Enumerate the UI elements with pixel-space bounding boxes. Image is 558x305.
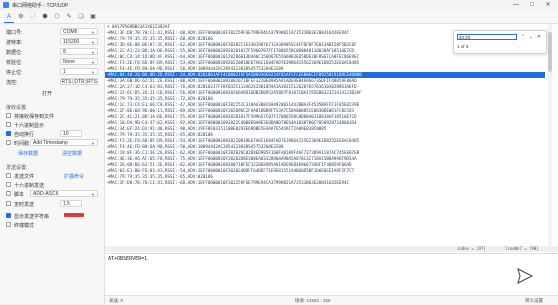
open-port-button[interactable]: 打开 bbox=[42, 90, 52, 98]
port-value: COM6 bbox=[63, 29, 78, 35]
parity-label: 校验位: bbox=[6, 60, 23, 66]
show-send-label: 显示发送字符串 bbox=[14, 214, 50, 220]
find-prev-icon[interactable]: ⌃ bbox=[520, 34, 526, 40]
flow-option-rts-2[interactable]: RTS bbox=[86, 78, 98, 85]
chevron-down-icon: ▼ bbox=[91, 30, 95, 35]
find-count: 1 of 3 bbox=[457, 44, 469, 49]
log-scrollbar[interactable] bbox=[548, 24, 552, 246]
flow-label: 流控: bbox=[6, 80, 18, 86]
toolbar: A ⚙ 📄 ⬢ ⬡ ✎ ❑ ▣ bbox=[0, 11, 558, 24]
maximize-button[interactable]: □ bbox=[524, 0, 540, 11]
stopbits-value: 1 bbox=[63, 69, 66, 75]
log-line: +MAC:3F:D0:7B:70:C1:41,RSSI:-68,ADV:1EFF… bbox=[107, 180, 350, 185]
send-settings-title: 发送设置: bbox=[6, 165, 28, 171]
flow-option-rts[interactable]: RTS bbox=[60, 78, 73, 85]
script-checkbox[interactable] bbox=[6, 191, 11, 196]
chevron-down-icon: ▼ bbox=[91, 70, 95, 75]
flow-option-dtr[interactable]: DTR bbox=[73, 78, 86, 85]
baud-select[interactable]: 115200 ▼ bbox=[60, 38, 98, 45]
timestamp-checkbox[interactable] bbox=[6, 140, 11, 145]
settings-sidebar: 端口号: COM6 ▼ 波特率: 115200 ▼ 数据位: 8 ▼ 校验位: Non… bbox=[0, 24, 105, 304]
timestamp-label: 时间戳 bbox=[14, 141, 30, 147]
chevron-down-icon: ▼ bbox=[91, 50, 95, 55]
network-icon[interactable]: ⬢ bbox=[40, 12, 50, 22]
send-file-label: 发送文件 bbox=[14, 174, 35, 180]
save-file-label: 将接收保存到文件 bbox=[14, 114, 55, 120]
module-icon[interactable]: ⬡ bbox=[52, 12, 62, 22]
parity-select[interactable]: None ▼ bbox=[60, 58, 98, 65]
timer-interval-input[interactable]: 1.5 bbox=[60, 200, 82, 207]
settings-icon[interactable]: ⚙ bbox=[16, 12, 26, 22]
hex-send-checkbox[interactable] bbox=[6, 182, 11, 187]
app-icon bbox=[3, 2, 9, 8]
extended-commands-link[interactable]: 扩展命令 bbox=[64, 173, 84, 180]
cursor-line: lineNo7 = [98] bbox=[505, 246, 539, 251]
receive-log[interactable]: + 0A179569BB23414612382AF +MAC:3F:D0:7B:7… bbox=[105, 24, 545, 246]
cursor-index: index = [97] bbox=[457, 246, 486, 251]
parity-value: None bbox=[63, 59, 75, 65]
window-icon[interactable]: ❑ bbox=[76, 12, 86, 22]
timed-send-label: 定时发送 bbox=[14, 202, 35, 208]
send-file-checkbox[interactable] bbox=[6, 173, 11, 178]
save-data-button[interactable]: 保存数据 bbox=[18, 150, 38, 158]
auto-wrap-checkbox[interactable] bbox=[6, 131, 11, 136]
hex-display-checkbox[interactable] bbox=[6, 122, 11, 127]
wrap-length-input[interactable]: 10 bbox=[60, 130, 82, 137]
databits-select[interactable]: 8 ▼ bbox=[60, 48, 98, 55]
find-panel: 40:20 ⌃ ⌄ ✕ 1 of 3 bbox=[453, 30, 547, 54]
script-select[interactable]: ADD-ASCII ▼ bbox=[30, 190, 98, 197]
minimize-button[interactable]: — bbox=[508, 0, 524, 11]
clear-data-button[interactable]: 清空数据 bbox=[62, 150, 82, 158]
send-input-area[interactable]: AT+OBSERVER=1 bbox=[105, 253, 558, 296]
script-label: 脚本 bbox=[14, 192, 25, 198]
terminal-mode-checkbox[interactable] bbox=[6, 222, 11, 227]
cursor-status: index = [97] lineNo7 = [98] bbox=[105, 246, 558, 252]
send-icon[interactable] bbox=[515, 266, 535, 286]
find-close-icon[interactable]: ✕ bbox=[536, 34, 542, 40]
port-select[interactable]: COM6 ▼ bbox=[60, 28, 98, 35]
databits-value: 8 bbox=[63, 49, 66, 55]
window-title: 串口网络助手 - TCP/UDP bbox=[12, 3, 69, 9]
chevron-down-icon: ▼ bbox=[91, 192, 95, 197]
hex-send-label: 十六进制发送 bbox=[14, 183, 45, 189]
title-bar: 串口网络助手 - TCP/UDP — □ ✕ bbox=[0, 0, 558, 11]
find-input[interactable]: 40:20 bbox=[457, 34, 517, 40]
baud-label: 波特率: bbox=[6, 40, 23, 46]
edit-icon[interactable]: ✎ bbox=[64, 12, 74, 22]
scroll-thumb[interactable] bbox=[548, 32, 552, 72]
show-send-checkbox[interactable] bbox=[6, 213, 11, 218]
main-panel: + 0A179569BB23414612382AF +MAC:3F:D0:7B:7… bbox=[105, 24, 558, 305]
port-label: 端口号: bbox=[6, 30, 23, 36]
layout-icon[interactable]: ▣ bbox=[88, 12, 98, 22]
auto-wrap-label: 自动换行 bbox=[14, 132, 35, 138]
timestamp-format-value: Add Timestamp bbox=[33, 140, 68, 146]
stopbits-select[interactable]: 1 ▼ bbox=[60, 68, 98, 75]
databits-label: 数据位: bbox=[6, 50, 23, 56]
file-icon[interactable]: 📄 bbox=[28, 12, 38, 22]
close-button[interactable]: ✕ bbox=[540, 0, 556, 11]
timed-send-checkbox[interactable] bbox=[6, 201, 11, 206]
baud-value: 115200 bbox=[63, 39, 80, 45]
send-input-text[interactable]: AT+OBSERVER=1 bbox=[108, 256, 147, 262]
send-color-swatch[interactable] bbox=[64, 213, 84, 217]
chevron-down-icon: ▼ bbox=[91, 60, 95, 65]
stopbits-label: 停止位: bbox=[6, 70, 23, 76]
script-value: ADD-ASCII bbox=[33, 191, 59, 197]
chevron-down-icon: ▼ bbox=[91, 141, 95, 146]
font-icon[interactable]: A bbox=[4, 12, 14, 23]
hex-display-label: 十六进制显示 bbox=[14, 123, 45, 129]
find-next-icon[interactable]: ⌄ bbox=[528, 34, 534, 40]
save-file-checkbox[interactable] bbox=[6, 113, 11, 118]
terminal-mode-label: 终端模式 bbox=[14, 223, 35, 229]
chevron-down-icon: ▼ bbox=[91, 40, 95, 45]
receive-settings-title: 接收设置: bbox=[6, 105, 28, 111]
timestamp-format-select[interactable]: Add Timestamp ▼ bbox=[30, 139, 98, 146]
